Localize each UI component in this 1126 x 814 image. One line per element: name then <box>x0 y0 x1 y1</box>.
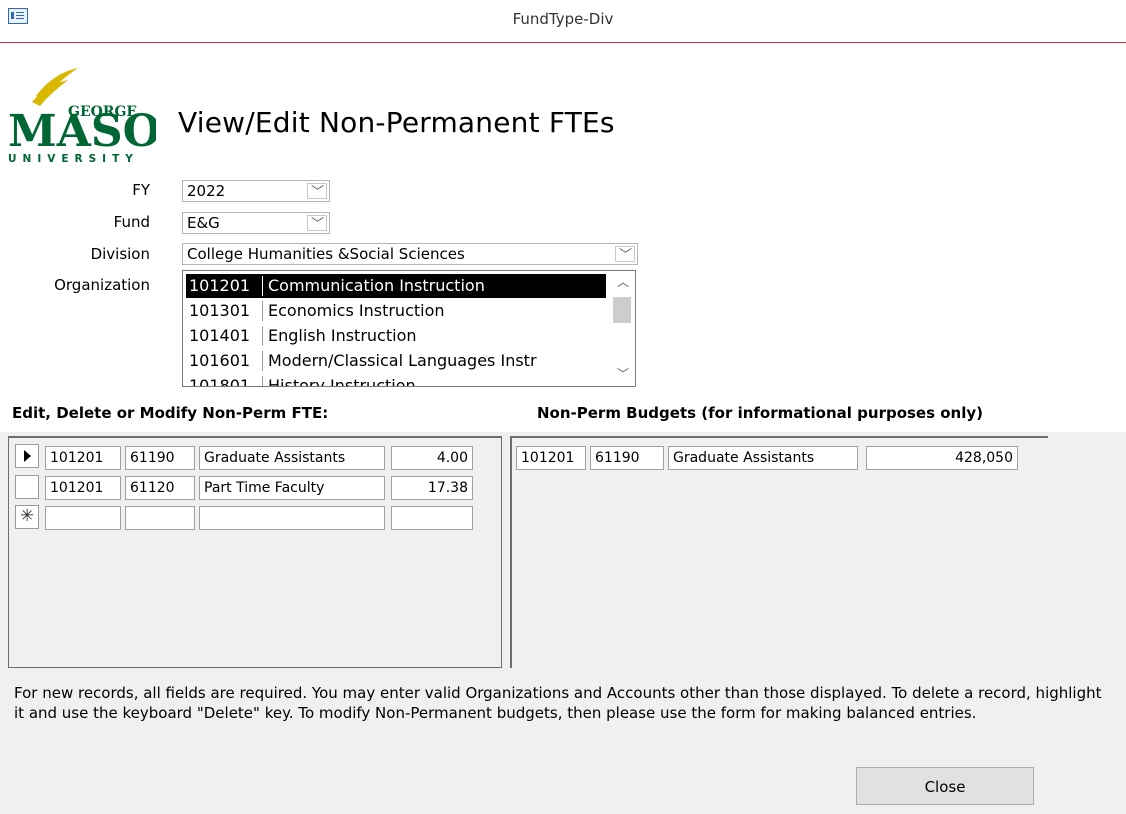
fte-value-cell[interactable] <box>391 506 473 530</box>
chevron-down-icon: ﹀ <box>311 185 325 200</box>
list-item[interactable]: 101201 Communication Instruction <box>186 274 606 298</box>
fy-value: 2022 <box>187 182 226 200</box>
logo-university: UNIVERSITY <box>8 153 139 165</box>
close-button[interactable]: Close <box>856 767 1034 805</box>
logo-george: GEORGE <box>68 104 137 120</box>
organization-scrollbar[interactable]: ︿ ﹀ <box>611 271 635 386</box>
fte-account-cell[interactable] <box>125 506 195 530</box>
window-title: FundType-Div <box>512 10 614 28</box>
help-text: For new records, all fields are required… <box>14 684 1102 722</box>
fund-label: Fund <box>113 213 150 231</box>
scroll-thumb[interactable] <box>613 297 631 323</box>
fte-description-cell[interactable]: Graduate Assistants <box>199 446 385 470</box>
fund-dropdown-button[interactable]: ﹀ <box>307 215 327 232</box>
division-combo[interactable]: College Humanities &Social Sciences ﹀ <box>182 243 638 265</box>
chevron-down-icon: ﹀ <box>619 248 633 263</box>
fund-combo[interactable]: E&G ﹀ <box>182 212 330 234</box>
record-selector[interactable] <box>15 444 39 468</box>
fte-description-cell[interactable]: Part Time Faculty <box>199 476 385 500</box>
division-label: Division <box>90 245 150 263</box>
budget-account-cell: 61190 <box>590 446 664 470</box>
fte-value-cell[interactable]: 17.38 <box>391 476 473 500</box>
current-record-icon <box>24 450 31 462</box>
fte-org-cell[interactable]: 101201 <box>45 446 121 470</box>
scroll-up-icon[interactable]: ︿ <box>617 273 629 290</box>
fte-org-cell[interactable]: 101201 <box>45 476 121 500</box>
list-item[interactable]: 101401 English Instruction <box>186 324 606 348</box>
fte-description-cell[interactable] <box>199 506 385 530</box>
chevron-down-icon: ﹀ <box>311 217 325 232</box>
gmu-logo: MASON GEORGE UNIVERSITY <box>8 68 156 165</box>
fte-account-cell[interactable]: 61120 <box>125 476 195 500</box>
division-dropdown-button[interactable]: ﹀ <box>615 246 635 263</box>
edit-section-heading: Edit, Delete or Modify Non-Perm FTE: <box>12 404 329 422</box>
budget-description-cell: Graduate Assistants <box>668 446 858 470</box>
fte-subform: 101201 61190 Graduate Assistants 4.00 10… <box>8 436 502 668</box>
list-item[interactable]: 101601 Modern/Classical Languages Instr <box>186 349 606 373</box>
record-selector[interactable] <box>15 475 39 499</box>
fy-combo[interactable]: 2022 ﹀ <box>182 180 330 202</box>
fy-label: FY <box>132 181 150 199</box>
scroll-down-icon[interactable]: ﹀ <box>617 365 629 382</box>
title-bar: FundType-Div <box>0 0 1126 43</box>
new-record-icon: ✳ <box>20 506 35 526</box>
new-record-selector[interactable]: ✳ <box>15 505 39 529</box>
division-value: College Humanities &Social Sciences <box>187 245 465 263</box>
page-title: View/Edit Non-Permanent FTEs <box>178 106 615 139</box>
organization-label: Organization <box>54 276 150 294</box>
fte-account-cell[interactable]: 61190 <box>125 446 195 470</box>
budget-amount-cell: 428,050 <box>866 446 1018 470</box>
budget-section-heading: Non-Perm Budgets (for informational purp… <box>537 404 984 422</box>
budget-org-cell: 101201 <box>516 446 586 470</box>
organization-listbox[interactable]: 101201 Communication Instruction 101301 … <box>182 270 636 387</box>
fte-value-cell[interactable]: 4.00 <box>391 446 473 470</box>
list-item[interactable]: 101801 History Instruction <box>186 374 606 386</box>
budget-subform: 101201 61190 Graduate Assistants 428,050 <box>510 436 1048 668</box>
list-item[interactable]: 101301 Economics Instruction <box>186 299 606 323</box>
fund-value: E&G <box>187 214 220 232</box>
fte-org-cell[interactable] <box>45 506 121 530</box>
fy-dropdown-button[interactable]: ﹀ <box>307 183 327 200</box>
